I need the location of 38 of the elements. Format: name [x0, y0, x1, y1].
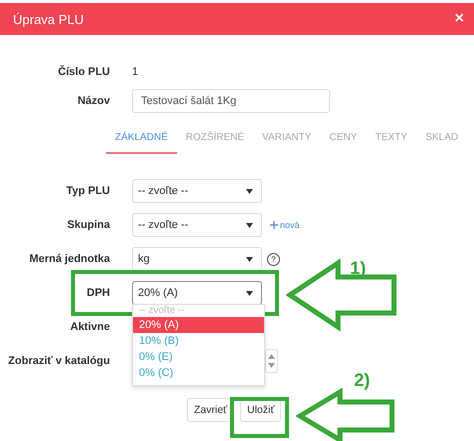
- name-input-field[interactable]: Testovací šalát 1Kg: [132, 88, 330, 112]
- tab[interactable]: ZÁKLADNÉ: [106, 129, 177, 154]
- dropdown-option[interactable]: 20% (A): [133, 317, 264, 333]
- field-label: Názov: [76, 94, 111, 106]
- tab[interactable]: TEXTY: [366, 129, 416, 154]
- field-label: Typ PLU: [65, 185, 111, 197]
- highlight-frame: [230, 397, 289, 438]
- dropdown-option[interactable]: -- zvoľte --: [133, 305, 264, 317]
- dropdown-option[interactable]: 0% (C): [133, 365, 264, 381]
- annotation-number: 2): [354, 370, 370, 391]
- caret-icon: [246, 222, 253, 228]
- select-field[interactable]: kg: [132, 247, 262, 271]
- caret-icon: [246, 188, 253, 194]
- tab[interactable]: SKLAD: [416, 129, 468, 154]
- select-field[interactable]: -- zvoľte --: [132, 179, 262, 203]
- caret-icon: [246, 256, 253, 262]
- plus-icon[interactable]: [270, 221, 278, 229]
- close-button[interactable]: ×: [454, 10, 464, 28]
- dropdown-option[interactable]: 0% (E): [133, 349, 264, 365]
- left-arrow-icon: [296, 388, 396, 441]
- tab[interactable]: ROZŠÍRENÉ: [176, 129, 254, 154]
- tab[interactable]: VARIANTY: [253, 129, 320, 154]
- field-label: Zobraziť v katalógu: [7, 355, 111, 367]
- field-label: Aktivne: [69, 321, 111, 333]
- select-field[interactable]: -- zvoľte --: [132, 213, 262, 237]
- add-new-link[interactable]: nová: [280, 220, 300, 230]
- spinner-arrows-icon[interactable]: [265, 349, 278, 373]
- field-label: Číslo PLU: [57, 66, 111, 78]
- field-label: Merná jednotka: [28, 253, 111, 265]
- field-label: DPH: [86, 287, 111, 299]
- left-arrow-icon: [286, 257, 398, 333]
- tab[interactable]: CENY: [320, 129, 366, 154]
- field-label: Skupina: [66, 219, 111, 231]
- caret-icon: [246, 290, 253, 296]
- help-icon[interactable]: ?: [267, 252, 280, 266]
- field-value: 1: [132, 66, 138, 78]
- dialog-title: Úprava PLU: [13, 12, 84, 26]
- dropdown-option[interactable]: 10% (B): [133, 333, 264, 349]
